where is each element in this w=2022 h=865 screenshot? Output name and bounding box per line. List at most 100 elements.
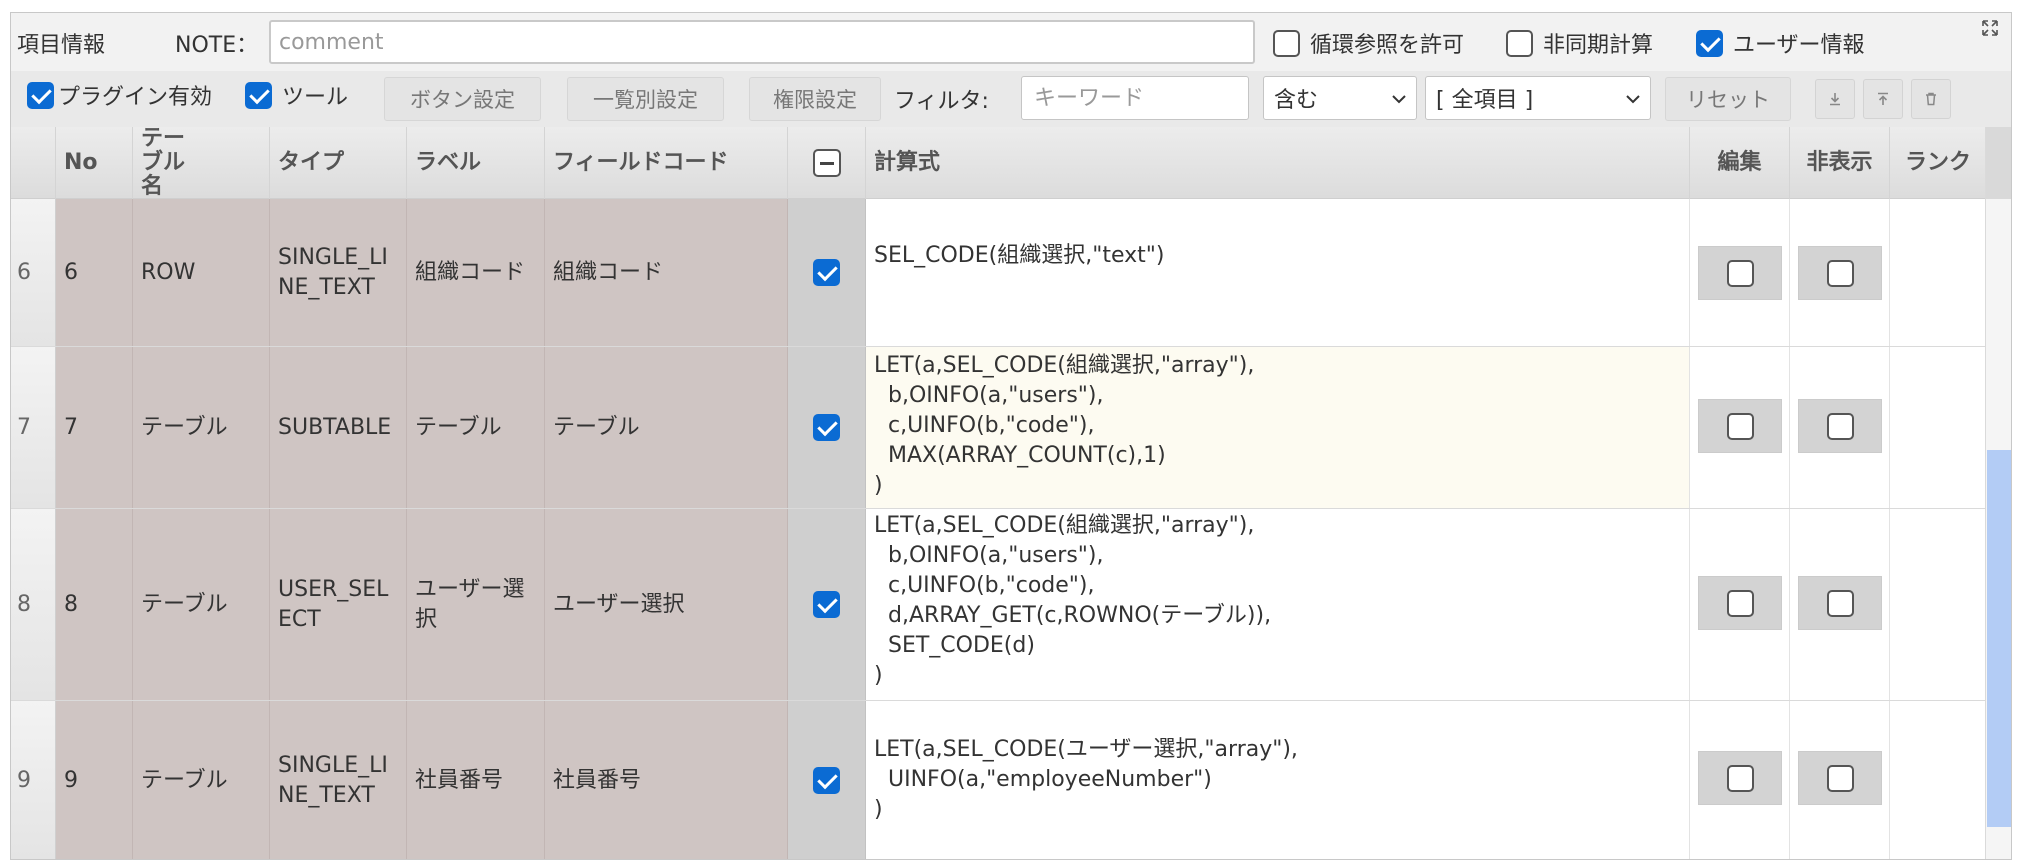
trash-icon[interactable]	[1911, 79, 1951, 119]
cell-select[interactable]	[788, 509, 866, 700]
match-select[interactable]: 含む	[1263, 76, 1417, 120]
vertical-scrollbar[interactable]	[1985, 127, 2011, 859]
cell-rank[interactable]	[1890, 199, 1987, 346]
async-calc-checkbox[interactable]	[1506, 29, 1533, 57]
button-settings-button[interactable]: ボタン設定	[384, 77, 541, 121]
edit-checkbox[interactable]	[1726, 589, 1754, 617]
allow-circular-ref-option[interactable]: 循環参照を許可	[1273, 27, 1464, 59]
scrollbar-thumb[interactable]	[1987, 450, 2011, 827]
cell-formula[interactable]: LET(a,SEL_CODE(組織選択,"array"), b,OINFO(a,…	[866, 509, 1690, 700]
user-info-option[interactable]: ユーザー情報	[1696, 27, 1865, 59]
table-row: 8 8 テーブル USER_SELECT ユーザー選択 ユーザー選択 LET(a…	[11, 509, 1987, 701]
filter-label: フィルタ:	[894, 89, 989, 114]
note-label: NOTE：	[175, 33, 259, 58]
hidden-toggle[interactable]	[1798, 576, 1882, 630]
hidden-checkbox[interactable]	[1826, 259, 1854, 287]
cell-rank[interactable]	[1890, 509, 1987, 700]
cell-table-name: テーブル	[133, 509, 270, 700]
edit-toggle[interactable]	[1698, 246, 1782, 300]
plugin-enabled-option[interactable]: プラグイン有効	[27, 79, 212, 111]
edit-checkbox[interactable]	[1726, 764, 1754, 792]
hidden-checkbox[interactable]	[1826, 589, 1854, 617]
row-index: 8	[11, 509, 56, 700]
hidden-checkbox[interactable]	[1826, 764, 1854, 792]
scope-select-value: [ 全項目 ]	[1436, 88, 1534, 113]
cell-edit	[1690, 199, 1790, 346]
reset-button[interactable]: リセット	[1665, 77, 1791, 121]
cell-type-text: SUBTABLE	[278, 414, 392, 440]
expand-icon[interactable]	[1981, 19, 2001, 39]
header-edit: 編集	[1690, 127, 1790, 199]
cell-formula[interactable]: SEL_CODE(組織選択,"text")	[866, 199, 1690, 346]
panel-title: 項目情報	[17, 33, 106, 58]
cell-table-name: テーブル	[133, 701, 270, 859]
cell-edit	[1690, 509, 1790, 700]
cell-no: 8	[56, 509, 133, 700]
upload-icon[interactable]	[1863, 79, 1903, 119]
async-calc-option[interactable]: 非同期計算	[1506, 27, 1653, 59]
field-table: No テーブル名 タイプ ラベル フィールドコード 計算式 編集 非表示 ランク…	[11, 127, 1987, 859]
header-rank: ランク	[1890, 127, 1987, 199]
cell-select[interactable]	[788, 701, 866, 859]
permission-settings-button[interactable]: 権限設定	[749, 77, 881, 121]
edit-toggle[interactable]	[1698, 576, 1782, 630]
header-no: No	[56, 127, 133, 199]
header-select-all[interactable]	[788, 127, 866, 199]
cell-label-text: 組織コード	[415, 259, 526, 285]
row-index: 6	[11, 199, 56, 346]
hidden-toggle[interactable]	[1798, 751, 1882, 805]
allow-circular-ref-checkbox[interactable]	[1273, 29, 1300, 57]
cell-field-code: 組織コード	[545, 199, 788, 346]
cell-rank[interactable]	[1890, 701, 1987, 859]
list-settings-button[interactable]: 一覧別設定	[567, 77, 724, 121]
header-label: ラベル	[407, 127, 545, 199]
cell-type: USER_SELECT	[270, 509, 407, 700]
row-select-checkbox[interactable]	[813, 414, 840, 441]
cell-table-name: テーブル	[133, 347, 270, 508]
note-input[interactable]	[269, 20, 1255, 64]
user-info-label: ユーザー情報	[1733, 33, 1865, 58]
edit-checkbox[interactable]	[1726, 259, 1754, 287]
header-field-code: フィールドコード	[545, 127, 788, 199]
minus-icon[interactable]	[812, 149, 841, 177]
edit-toggle[interactable]	[1698, 751, 1782, 805]
scope-select[interactable]: [ 全項目 ]	[1425, 76, 1651, 120]
filter-keyword-input[interactable]	[1021, 76, 1249, 120]
cell-select[interactable]	[788, 347, 866, 508]
user-info-checkbox[interactable]	[1696, 29, 1723, 57]
cell-label: テーブル	[407, 347, 545, 508]
header-formula: 計算式	[866, 127, 1690, 199]
header-type: タイプ	[270, 127, 407, 199]
match-select-value: 含む	[1274, 88, 1319, 113]
cell-type-text: SINGLE_LINE_TEXT	[278, 244, 388, 300]
cell-hidden	[1790, 199, 1890, 346]
tool-checkbox[interactable]	[245, 81, 272, 109]
edit-checkbox[interactable]	[1726, 412, 1754, 440]
row-select-checkbox[interactable]	[813, 767, 840, 794]
plugin-enabled-label: プラグイン有効	[58, 85, 213, 110]
cell-no: 9	[56, 701, 133, 859]
cell-label: 社員番号	[407, 701, 545, 859]
cell-field-code: 社員番号	[545, 701, 788, 859]
plugin-enabled-checkbox[interactable]	[27, 81, 54, 109]
cell-formula[interactable]: LET(a,SEL_CODE(組織選択,"array"), b,OINFO(a,…	[866, 347, 1690, 508]
edit-toggle[interactable]	[1698, 399, 1782, 453]
cell-table-name: ROW	[133, 199, 270, 346]
chevron-down-icon	[1626, 89, 1640, 108]
download-icon[interactable]	[1815, 79, 1855, 119]
header-rownum	[11, 127, 56, 199]
scrollbar-header-spacer	[1986, 127, 2011, 199]
cell-formula[interactable]: LET(a,SEL_CODE(ユーザー選択,"array"), UINFO(a,…	[866, 701, 1690, 859]
tool-option[interactable]: ツール	[245, 79, 348, 111]
cell-hidden	[1790, 347, 1890, 508]
hidden-checkbox[interactable]	[1826, 412, 1854, 440]
cell-select[interactable]	[788, 199, 866, 346]
hidden-toggle[interactable]	[1798, 399, 1882, 453]
table-row: 9 9 テーブル SINGLE_LINE_TEXT 社員番号 社員番号 LET(…	[11, 701, 1987, 859]
row-select-checkbox[interactable]	[813, 259, 840, 286]
cell-rank[interactable]	[1890, 347, 1987, 508]
cell-type: SINGLE_LINE_TEXT	[270, 199, 407, 346]
row-index: 9	[11, 701, 56, 859]
row-select-checkbox[interactable]	[813, 591, 840, 618]
hidden-toggle[interactable]	[1798, 246, 1882, 300]
